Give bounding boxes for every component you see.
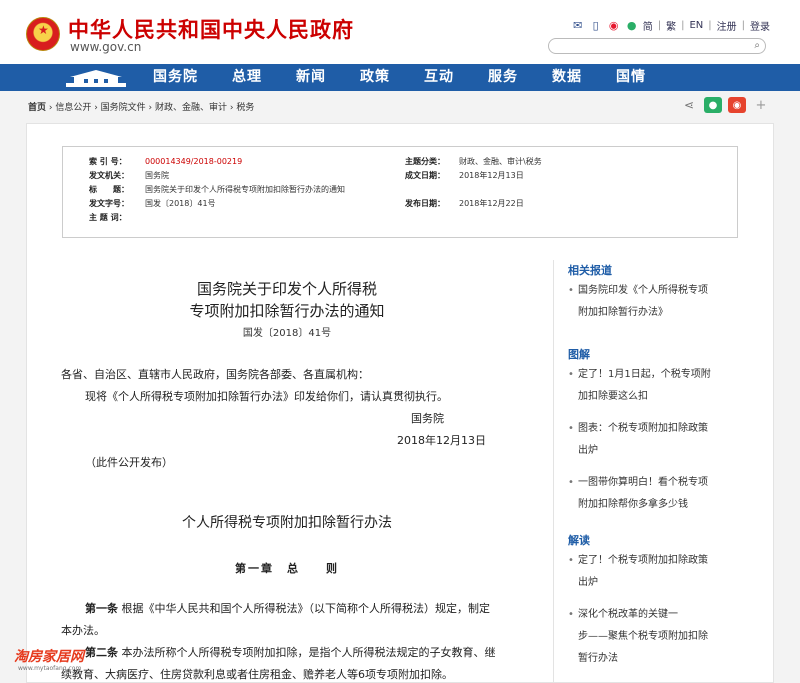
- signed-date: 2018年12月13日: [397, 434, 486, 447]
- title-label: 标 题：: [89, 185, 129, 194]
- header-tools: ✉ ▯ ◉ ● 简 | 繁 | EN | 注册 | 登录: [571, 18, 770, 33]
- mobile-icon[interactable]: ▯: [589, 19, 603, 32]
- traditional-link[interactable]: 繁: [666, 18, 676, 33]
- related-reports-heading: 相关报道: [568, 264, 612, 277]
- nav-item-policy[interactable]: 政策: [347, 64, 403, 91]
- regulation-title: 个人所得税专项附加扣除暂行办法: [182, 515, 392, 531]
- doc-number-value: 国发〔2018〕41号: [145, 199, 216, 208]
- search-icon[interactable]: ⌕: [754, 40, 760, 51]
- nav-item-premier[interactable]: 总理: [219, 64, 275, 91]
- title-value: 国务院关于印发个人所得税专项附加扣除暂行办法的通知: [145, 185, 345, 194]
- nav-item-state-council[interactable]: 国务院: [140, 64, 211, 91]
- written-date-label: 成文日期：: [405, 171, 445, 180]
- weibo-share-icon[interactable]: ◉: [728, 97, 746, 113]
- article-2-text: 本办法所称个人所得税专项附加扣除，是指个人所得税法规定的子女教育、继: [121, 646, 496, 659]
- star-icon: ★: [38, 23, 49, 37]
- sidebar: 相关报道 • 国务院印发《个人所得税专项 附加扣除暂行办法》 图解 • 定了！1…: [553, 260, 763, 683]
- watermark-logo: 淘房家居网 www.mytaofang.com: [6, 638, 116, 680]
- issuer-value: 国务院: [145, 171, 169, 180]
- site-url: www.gov.cn: [70, 40, 142, 54]
- login-link[interactable]: 登录: [750, 18, 770, 33]
- nav-item-national-info[interactable]: 国情: [603, 64, 659, 91]
- wechat-icon[interactable]: ●: [625, 19, 639, 32]
- article-1-label: 第一条: [85, 602, 118, 615]
- body-paragraph: 现将《个人所得税专项附加扣除暂行办法》印发给你们，请认真贯彻执行。: [85, 390, 448, 403]
- weibo-icon[interactable]: ◉: [607, 19, 621, 32]
- content-card: 索 引 号： 000014349/2018-00219 主题分类： 财政、金融、…: [26, 123, 774, 683]
- mail-icon[interactable]: ✉: [571, 19, 585, 32]
- watermark-text: 淘房家居网: [14, 649, 84, 665]
- interpretation-link[interactable]: • 深化个税改革的关键一 步——聚焦个税专项附加扣除 暂行办法: [568, 604, 748, 670]
- bullet-icon: •: [568, 423, 574, 434]
- graphic-link[interactable]: • 一图带你算明白！看个税专项 附加扣除帮你多拿多少钱: [568, 472, 748, 516]
- topic-label: 主题分类：: [405, 157, 445, 166]
- interpretation-heading: 解读: [568, 534, 590, 547]
- article-2-line1: 第二条 本办法所称个人所得税专项附加扣除，是指个人所得税法规定的子女教育、继: [85, 644, 496, 660]
- interpretation-link[interactable]: • 定了！个税专项附加扣除政策 出炉: [568, 550, 748, 594]
- graphic-link[interactable]: • 定了！1月1日起，个税专项附 加扣除要这么扣: [568, 364, 748, 408]
- register-link[interactable]: 注册: [717, 18, 737, 33]
- nav-item-news[interactable]: 新闻: [283, 64, 339, 91]
- article-2-line2: 续教育、大病医疗、住房贷款利息或者住房租金、赡养老人等6项专项附加扣除。: [61, 668, 453, 681]
- graphic-heading: 图解: [568, 348, 590, 361]
- article-doc-number: 国发〔2018〕41号: [242, 328, 332, 339]
- divider: |: [741, 20, 745, 31]
- divider: |: [657, 20, 662, 31]
- tiananmen-logo-icon[interactable]: [64, 67, 128, 88]
- addressee: 各省、自治区、直辖市人民政府，国务院各部委、各直属机构：: [61, 368, 369, 381]
- topic-value: 财政、金融、审计\税务: [459, 157, 542, 166]
- simplified-link[interactable]: 简: [643, 18, 653, 33]
- breadcrumb: 首页 › 信息公开 › 国务院文件 › 财政、金融、审计 › 税务: [28, 100, 254, 113]
- article-1-line2: 本办法。: [61, 624, 105, 637]
- site-header: ★ 中华人民共和国中央人民政府 www.gov.cn ✉ ▯ ◉ ● 简 | 繁…: [0, 0, 800, 64]
- graphic-link[interactable]: • 图表：个税专项附加扣除政策 出炉: [568, 418, 748, 462]
- share-bar: ⋖ ● ◉ +: [680, 97, 770, 113]
- doc-number-label: 发文字号：: [89, 199, 129, 208]
- issuer-label: 发文机关：: [89, 171, 129, 180]
- index-label: 索 引 号：: [89, 157, 127, 166]
- main-nav: 国务院 总理 新闻 政策 互动 服务 数据 国情: [0, 64, 800, 91]
- published-date-value: 2018年12月22日: [459, 199, 524, 208]
- related-link[interactable]: • 国务院印发《个人所得税专项 附加扣除暂行办法》: [568, 280, 748, 324]
- wechat-share-icon[interactable]: ●: [704, 97, 722, 113]
- bullet-icon: •: [568, 369, 574, 380]
- bullet-icon: •: [568, 609, 574, 620]
- breadcrumb-path[interactable]: › 信息公开 › 国务院文件 › 财政、金融、审计 › 税务: [49, 103, 254, 113]
- publication-note: （此件公开发布）: [85, 456, 173, 469]
- more-share-icon[interactable]: +: [752, 97, 770, 113]
- bullet-icon: •: [568, 477, 574, 488]
- index-value: 000014349/2018-00219: [145, 157, 243, 166]
- article-title-line2: 专项附加扣除暂行办法的通知: [189, 302, 385, 320]
- document-info-table: 索 引 号： 000014349/2018-00219 主题分类： 财政、金融、…: [62, 146, 738, 238]
- article-1-text: 根据《中华人民共和国个人所得税法》（以下简称个人所得税法）规定，制定: [121, 602, 491, 615]
- breadcrumb-home[interactable]: 首页: [28, 103, 46, 113]
- nav-item-services[interactable]: 服务: [475, 64, 531, 91]
- keywords-label: 主 题 词：: [89, 213, 127, 222]
- national-emblem-logo[interactable]: ★: [26, 17, 60, 51]
- english-link[interactable]: EN: [689, 20, 703, 31]
- nav-item-interaction[interactable]: 互动: [411, 64, 467, 91]
- watermark-url: www.mytaofang.com: [18, 665, 82, 672]
- article-title-line1: 国务院关于印发个人所得税: [196, 280, 377, 298]
- nav-item-data[interactable]: 数据: [539, 64, 595, 91]
- divider: |: [708, 20, 712, 31]
- search-input[interactable]: ⌕: [548, 38, 766, 54]
- article-1-line1: 第一条 根据《中华人民共和国个人所得税法》（以下简称个人所得税法）规定，制定: [85, 600, 490, 616]
- chapter-heading: 第一章 总 则: [235, 562, 339, 575]
- published-date-label: 发布日期：: [405, 199, 445, 208]
- written-date-value: 2018年12月13日: [459, 171, 524, 180]
- signer: 国务院: [411, 412, 444, 425]
- share-icon[interactable]: ⋖: [680, 97, 698, 113]
- bullet-icon: •: [568, 555, 574, 566]
- divider: |: [681, 20, 685, 31]
- bullet-icon: •: [568, 285, 574, 296]
